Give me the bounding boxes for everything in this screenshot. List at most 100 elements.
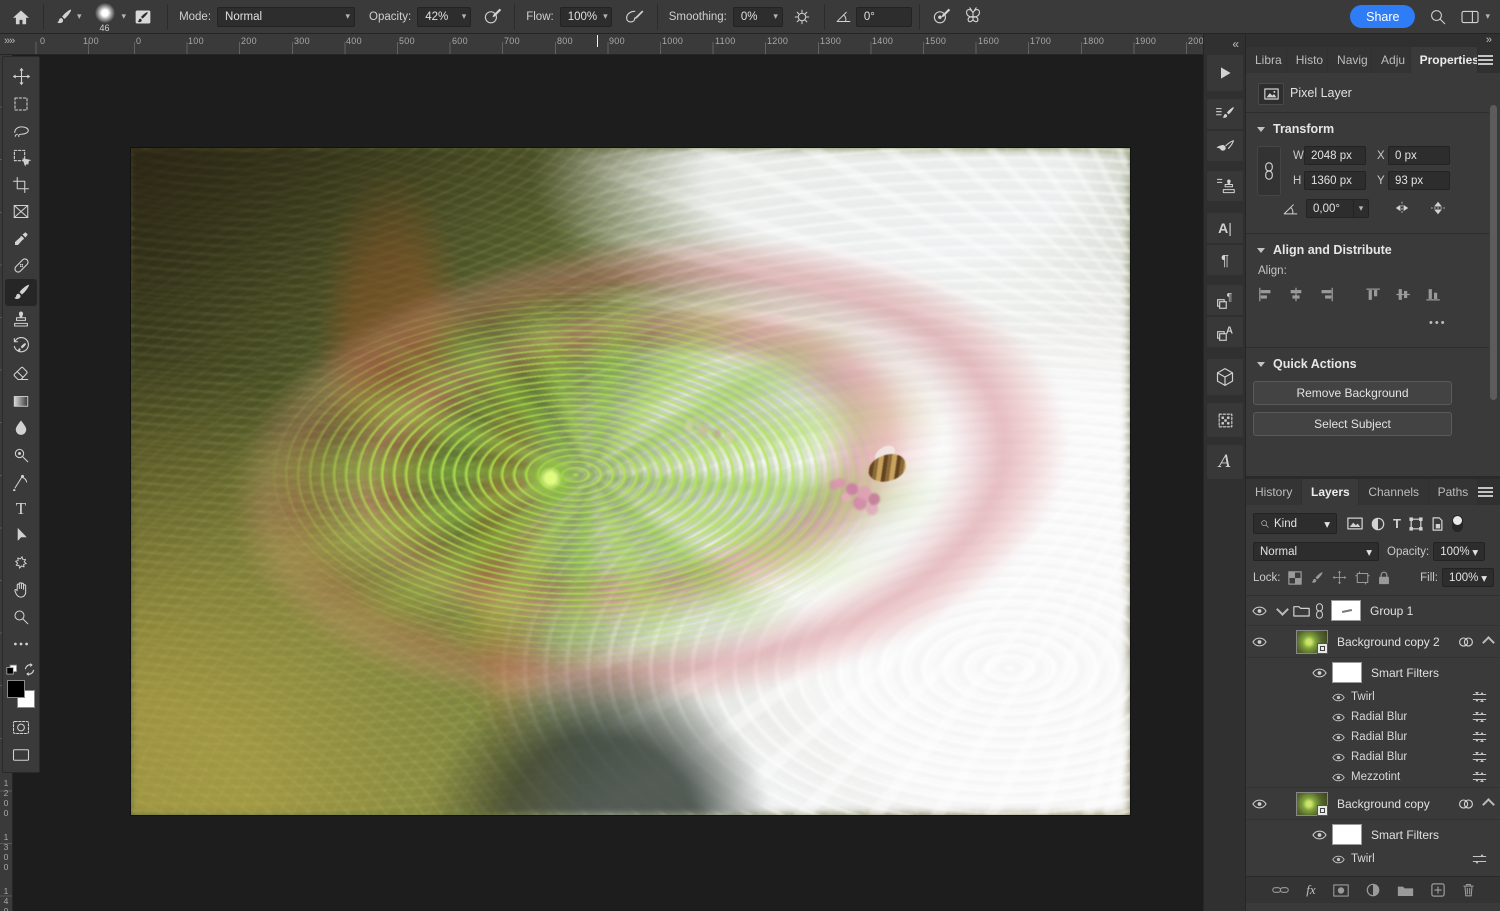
filter-blend-options-icon[interactable] [1472,771,1487,783]
layer-row-group1[interactable]: Group 1 [1246,596,1500,626]
workspace-caret[interactable]: ▾ [1485,11,1490,22]
smart-filter-icon[interactable] [1458,798,1474,810]
brush-tool[interactable] [5,279,37,306]
select-subject-button[interactable]: Select Subject [1253,412,1452,436]
align-more-icon[interactable]: ••• [1429,317,1447,329]
ruler-collapse-icon[interactable]: »» [4,35,14,47]
eyedropper-tool[interactable] [5,225,37,252]
spot-healing-brush-tool[interactable] [5,252,37,279]
smoothing-select[interactable]: 0%▾ [733,7,783,27]
visibility-eye-icon[interactable] [1332,855,1345,864]
visibility-eye-icon[interactable] [1246,799,1272,809]
align-right-edges-icon[interactable] [1318,287,1334,302]
angle-dropdown[interactable]: ▾ [1354,199,1369,218]
visibility-eye-icon[interactable] [1306,830,1332,840]
filter-pixel-layers-icon[interactable] [1347,517,1363,530]
filter-blend-options-icon[interactable] [1472,853,1487,865]
transform-section-header[interactable]: Transform [1257,122,1334,136]
blur-tool[interactable] [5,414,37,441]
lasso-tool[interactable] [5,117,37,144]
link-layers-icon[interactable] [1272,885,1289,895]
workspace-switcher-icon[interactable] [1455,9,1485,25]
tab-adjustments[interactable]: Adju [1372,47,1410,73]
visibility-eye-icon[interactable] [1246,606,1272,616]
angle-field[interactable]: 0,00° [1306,199,1354,218]
pattern-preview-panel-icon[interactable] [1207,403,1243,437]
collapse-filters-chevron[interactable] [1482,798,1495,811]
blend-mode-select[interactable]: Normal ▾ [1253,542,1379,561]
link-dimensions-icon[interactable] [1257,146,1281,196]
visibility-eye-icon[interactable] [1306,668,1332,678]
layer-row-background-copy-2[interactable]: Background copy 2 [1246,626,1500,658]
tab-histogram[interactable]: Histo [1287,47,1327,73]
filter-type-layers-icon[interactable]: T [1393,516,1401,531]
layer-row-background-copy[interactable]: Background copy [1246,787,1500,820]
collapse-panels-icon[interactable]: » [1486,34,1491,46]
type-tool[interactable]: T [5,495,37,522]
y-field[interactable]: 93 px [1388,171,1450,190]
angle-field[interactable]: 0° [856,7,912,27]
smart-filter-item[interactable]: Mezzotint [1246,767,1500,787]
align-horizontal-centers-icon[interactable] [1288,287,1304,302]
panel-menu-icon[interactable] [1478,55,1493,65]
gradient-tool[interactable] [5,387,37,414]
edit-toolbar-ellipsis[interactable] [5,630,37,657]
tab-history[interactable]: History [1246,479,1301,505]
new-layer-icon[interactable] [1431,883,1445,897]
layer-opacity-select[interactable]: 100% ▾ [1433,542,1485,561]
lock-position-icon[interactable] [1332,570,1347,585]
visibility-eye-icon[interactable] [1332,733,1345,742]
smart-filter-icon[interactable] [1458,636,1474,648]
flip-horizontal-icon[interactable] [1394,201,1410,215]
brush-preview[interactable]: 46 [92,2,118,32]
lock-all-icon[interactable] [1378,571,1390,585]
panel-menu-icon[interactable] [1478,487,1493,497]
path-selection-tool[interactable] [5,522,37,549]
paint-symmetry-butterfly-icon[interactable] [957,7,989,26]
smart-filter-item[interactable]: Radial Blur [1246,727,1500,747]
brush-tool-icon[interactable] [51,8,77,26]
layer-fx-icon[interactable]: fx [1306,882,1315,898]
tab-channels[interactable]: Channels [1359,479,1427,505]
hand-tool[interactable] [5,576,37,603]
width-field[interactable]: 2048 px [1304,146,1366,165]
brush-settings-panel-icon[interactable] [126,8,160,26]
lock-artboard-icon[interactable] [1355,571,1370,585]
adjustment-layer-icon[interactable] [1366,883,1380,897]
align-top-edges-icon[interactable] [1366,287,1382,302]
smart-filters-row[interactable]: Smart Filters [1246,658,1500,687]
pressure-opacity-icon[interactable] [477,7,507,26]
3d-panel-icon[interactable] [1207,359,1243,395]
smart-filter-item[interactable]: Radial Blur [1246,707,1500,727]
visibility-eye-icon[interactable] [1332,773,1345,782]
visibility-eye-icon[interactable] [1332,693,1345,702]
zoom-tool[interactable] [5,603,37,630]
tab-layers[interactable]: Layers [1302,479,1358,505]
clone-stamp-tool[interactable] [5,306,37,333]
screen-mode-icon[interactable] [5,741,37,768]
character-panel-icon[interactable]: A| [1207,213,1243,243]
group-name[interactable]: Group 1 [1370,604,1413,618]
quick-mask-icon[interactable] [5,714,37,741]
glyphs-panel-icon[interactable]: A [1207,445,1243,479]
airbrush-icon[interactable] [618,8,650,26]
tab-navigator[interactable]: Navig [1328,47,1371,73]
tab-paths[interactable]: Paths [1429,479,1477,505]
layer-name[interactable]: Background copy [1337,797,1430,811]
filter-blend-options-icon[interactable] [1472,751,1487,763]
group-mask-thumbnail[interactable] [1331,600,1361,621]
align-vertical-centers-icon[interactable] [1396,287,1412,302]
height-field[interactable]: 1360 px [1304,171,1366,190]
share-button[interactable]: Share [1350,5,1415,28]
filter-smart-objects-icon[interactable] [1431,517,1444,531]
canvas-image[interactable] [131,148,1130,815]
rectangular-marquee-tool[interactable] [5,90,37,117]
delete-layer-icon[interactable] [1462,883,1475,897]
dodge-tool[interactable] [5,441,37,468]
foreground-background-swatches[interactable] [7,680,35,708]
filter-mask-thumbnail[interactable] [1332,824,1362,845]
eraser-tool[interactable] [5,360,37,387]
layer-thumbnail[interactable] [1296,792,1328,816]
smart-filter-item[interactable]: Twirl [1246,849,1500,869]
filter-adjustment-layers-icon[interactable] [1371,517,1385,531]
